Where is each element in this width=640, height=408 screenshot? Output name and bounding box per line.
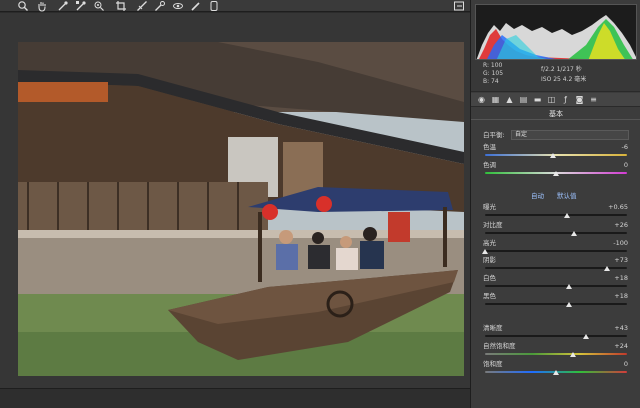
white-balance-select[interactable]: 自定 — [511, 130, 629, 140]
iso-focal-info: ISO 25 4.2 毫米 — [541, 76, 587, 83]
slider-value[interactable]: +18 — [614, 274, 628, 282]
slider-thumb[interactable] — [553, 370, 559, 375]
slider-thumb[interactable] — [565, 284, 572, 289]
tab-lens-icon[interactable]: ◫ — [547, 95, 556, 104]
slider-label: 色温 — [483, 143, 496, 151]
open-preferences-icon[interactable] — [453, 0, 465, 12]
slider-label: 白色 — [483, 274, 496, 282]
color-sampler-icon[interactable] — [75, 0, 87, 12]
slider-value[interactable]: +0.65 — [608, 203, 628, 211]
slider-label: 清晰度 — [483, 324, 503, 332]
slider-thumb[interactable] — [482, 249, 488, 254]
crop-icon[interactable] — [115, 0, 127, 12]
slider-label: 曝光 — [483, 203, 496, 211]
adjustment-panel: R: 100 G: 105 B: 74 f/2.2 1/217 秒 ISO 25… — [470, 0, 640, 408]
tab-tone-curve-icon[interactable]: ▦ — [491, 95, 500, 104]
slider-thumb[interactable] — [604, 266, 611, 271]
slider-track[interactable] — [485, 214, 627, 216]
image-info: R: 100 G: 105 B: 74 f/2.2 1/217 秒 ISO 25… — [471, 60, 640, 92]
slider-thumb[interactable] — [550, 153, 557, 158]
slider-value[interactable]: 0 — [624, 161, 628, 169]
hand-icon[interactable] — [36, 0, 48, 12]
slider-thumb[interactable] — [570, 352, 577, 357]
slider-label: 饱和度 — [483, 360, 503, 368]
histogram — [475, 4, 637, 60]
auto-link[interactable]: 自动 — [531, 192, 544, 200]
rgb-readout-b: B: 74 — [483, 78, 499, 85]
slider-label: 自然饱和度 — [483, 342, 516, 350]
eyedropper-icon[interactable] — [57, 0, 69, 12]
slider-track[interactable] — [485, 335, 627, 337]
canvas-footer — [0, 388, 470, 408]
slider-value[interactable]: +73 — [614, 256, 628, 264]
slider-value[interactable]: +24 — [614, 342, 628, 350]
panel-tabs: ◉ ▦ ▲ ▤ ▬ ◫ ƒ ◙ ≡ — [471, 93, 640, 107]
rgb-readout-g: G: 105 — [483, 70, 504, 77]
white-balance-label: 白平衡: — [483, 131, 505, 139]
straighten-icon[interactable] — [136, 0, 148, 12]
slider-track[interactable] — [485, 285, 627, 287]
tab-hsl-icon[interactable]: ▤ — [519, 95, 528, 104]
slider-thumb[interactable] — [564, 213, 571, 218]
tab-detail-icon[interactable]: ▲ — [505, 95, 514, 104]
tab-effects-icon[interactable]: ƒ — [561, 95, 570, 104]
slider-label: 对比度 — [483, 221, 503, 229]
tab-camera-calibration-icon[interactable]: ◙ — [575, 95, 584, 104]
slider-track[interactable] — [485, 232, 627, 234]
slider-track[interactable] — [485, 303, 627, 305]
exposure-info: f/2.2 1/217 秒 — [541, 66, 582, 73]
slider-label: 色调 — [483, 161, 496, 169]
slider-value[interactable]: -100 — [613, 239, 628, 247]
target-adjust-icon[interactable] — [93, 0, 105, 12]
rgb-readout-r: R: 100 — [483, 62, 503, 69]
slider-thumb[interactable] — [571, 231, 578, 236]
section-title: 基本 — [471, 108, 640, 120]
photo-preview — [18, 42, 464, 376]
slider-value[interactable]: +18 — [614, 292, 628, 300]
red-eye-icon[interactable] — [172, 0, 184, 12]
tab-basic-icon[interactable]: ◉ — [477, 95, 486, 104]
slider-value[interactable]: -6 — [622, 143, 628, 151]
slider-thumb[interactable] — [553, 171, 559, 176]
spot-removal-icon[interactable] — [154, 0, 166, 12]
default-link[interactable]: 默认值 — [557, 192, 577, 200]
brush-icon[interactable] — [190, 0, 202, 12]
slider-track[interactable] — [485, 353, 627, 355]
tab-presets-icon[interactable]: ≡ — [589, 95, 598, 104]
image-canvas[interactable] — [0, 13, 470, 408]
slider-value[interactable]: +43 — [614, 324, 628, 332]
slider-thumb[interactable] — [565, 302, 572, 307]
slider-label: 高光 — [483, 239, 496, 247]
slider-thumb[interactable] — [582, 334, 589, 339]
graduated-filter-icon[interactable] — [208, 0, 220, 12]
tool-bar — [0, 0, 470, 12]
tab-split-toning-icon[interactable]: ▬ — [533, 95, 542, 104]
slider-label: 黑色 — [483, 292, 496, 300]
white-balance-value: 自定 — [515, 131, 528, 138]
slider-track[interactable] — [485, 250, 627, 252]
camera-raw-window: R: 100 G: 105 B: 74 f/2.2 1/217 秒 ISO 25… — [0, 0, 640, 408]
slider-value[interactable]: 0 — [624, 360, 628, 368]
zoom-icon[interactable] — [17, 0, 29, 12]
slider-label: 阴影 — [483, 256, 496, 264]
slider-value[interactable]: +26 — [614, 221, 628, 229]
